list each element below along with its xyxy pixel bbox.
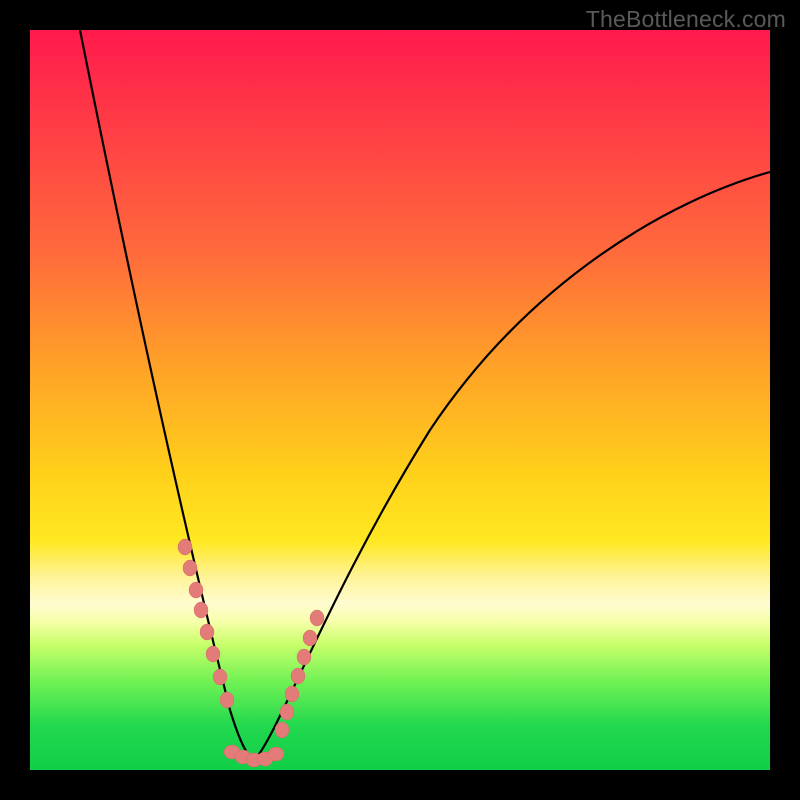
curve-left (80, 30, 252, 760)
chart-container: TheBottleneck.com (0, 0, 800, 800)
beads-right (275, 610, 324, 738)
beads-left (178, 539, 234, 708)
curve-right (256, 172, 770, 758)
beads-bottom (224, 745, 284, 767)
plot-area (30, 30, 770, 770)
curve-svg (30, 30, 770, 770)
watermark-text: TheBottleneck.com (586, 6, 786, 33)
